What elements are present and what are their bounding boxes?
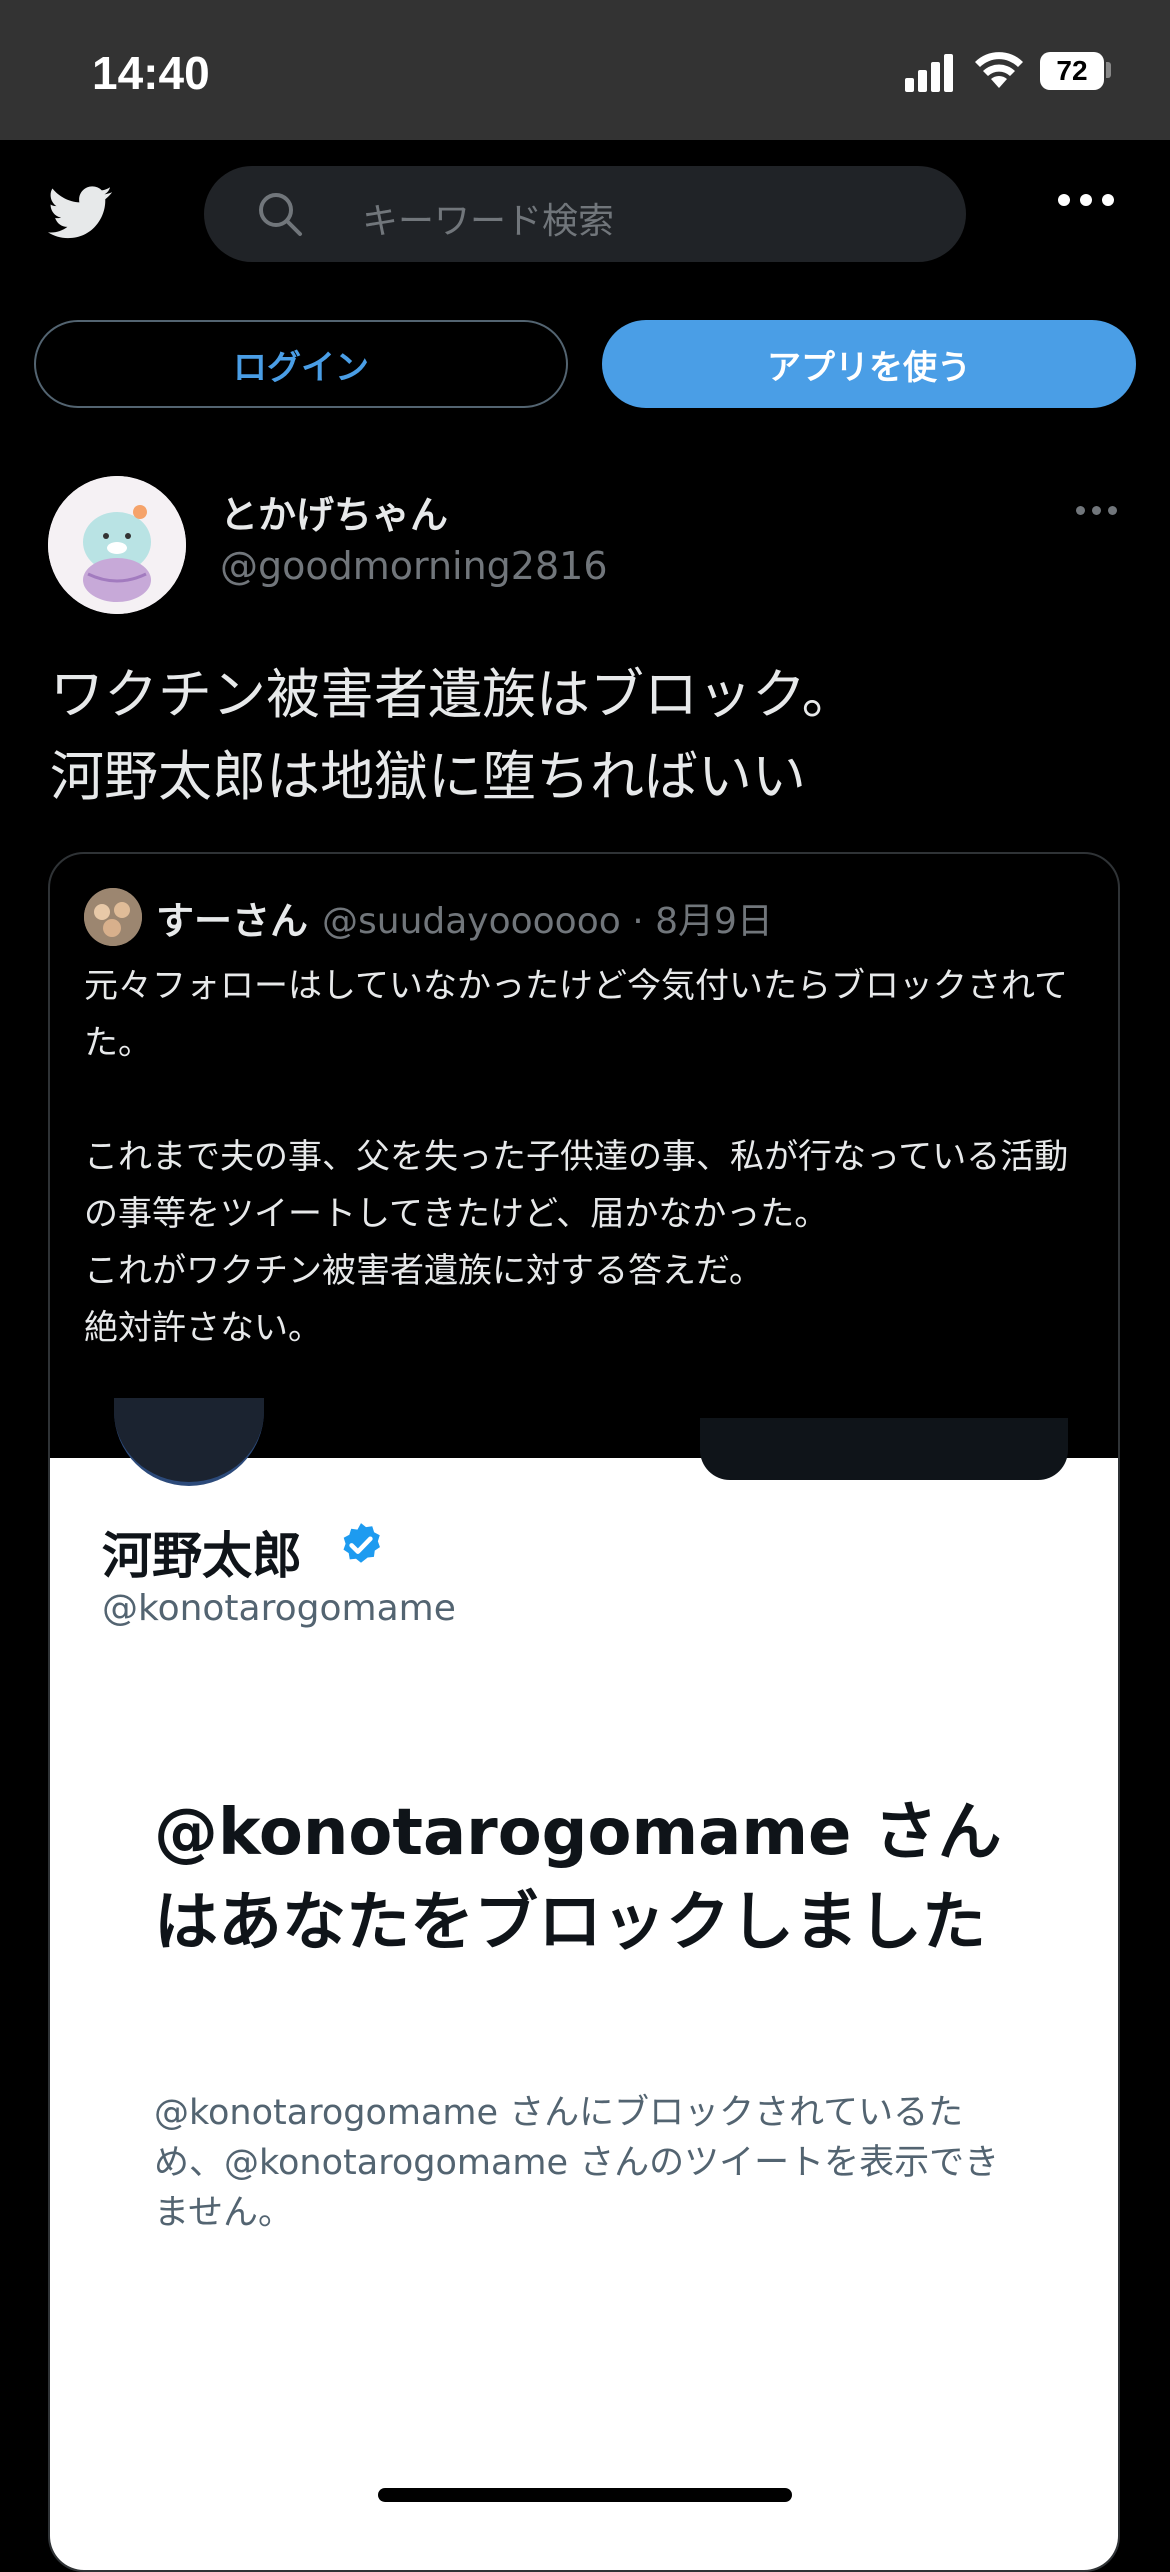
battery-nub xyxy=(1106,62,1111,78)
avatar-image xyxy=(48,476,186,614)
tweet-text: ワクチン被害者遺族はブロック。 河野太郎は地獄に堕ちればいい xyxy=(50,663,856,808)
screenshot-block-description: @konotarogomame さんにブロックされているため、@konotaro… xyxy=(154,2093,1000,2233)
battery-icon: 72 xyxy=(1040,52,1104,90)
quote-avatar xyxy=(84,888,142,946)
search-input[interactable]: キーワード検索 xyxy=(362,192,614,244)
battery-level: 72 xyxy=(1056,55,1088,86)
use-app-button[interactable]: アプリを使う xyxy=(602,320,1136,408)
wifi-icon xyxy=(975,52,1023,88)
quote-text: 元々フォローはしていなかったけど今気付いたらブロックされてた。 これまで夫の事、… xyxy=(84,966,1069,1348)
status-bar: 14:40 72 xyxy=(0,0,1170,140)
screenshot-avatar xyxy=(114,1398,264,1486)
search-icon xyxy=(259,193,302,236)
tweet-more-icon[interactable] xyxy=(1076,506,1120,518)
quoted-tweet-card[interactable]: すーさん @suudayoooooo · 8月9日 元々フォローはしていなかった… xyxy=(48,852,1120,2572)
tweet-handle[interactable]: @goodmorning2816 xyxy=(220,544,608,588)
verified-badge-icon xyxy=(343,1523,380,1563)
quote-handle-date: @suudayoooooo · 8月9日 xyxy=(322,901,773,942)
screenshot-handle: @konotarogomame xyxy=(102,1588,456,1629)
quote-media-image[interactable]: 河野太郎 @konotarogomame @konotarogomame さんは… xyxy=(50,1398,1118,2570)
screenshot-button-edge xyxy=(700,1418,1068,1480)
more-menu-icon[interactable] xyxy=(1058,194,1118,210)
cellular-signal-icon xyxy=(905,52,957,92)
login-button[interactable]: ログイン xyxy=(34,320,568,408)
status-time: 14:40 xyxy=(92,47,210,99)
twitter-bird-icon[interactable] xyxy=(44,180,118,244)
quote-avatar-image xyxy=(84,888,142,946)
top-nav: キーワード検索 xyxy=(0,140,1170,290)
screenshot-block-title: @konotarogomame さんはあなたをブロックしました xyxy=(154,1796,1002,1960)
screenshot-name: 河野太郎 xyxy=(102,1527,302,1585)
search-bar[interactable]: キーワード検索 xyxy=(204,166,966,262)
home-indicator[interactable] xyxy=(378,2488,792,2502)
quote-display-name: すーさん xyxy=(156,899,309,943)
tweet-display-name[interactable]: とかげちゃん xyxy=(220,484,448,539)
avatar[interactable] xyxy=(48,476,186,614)
